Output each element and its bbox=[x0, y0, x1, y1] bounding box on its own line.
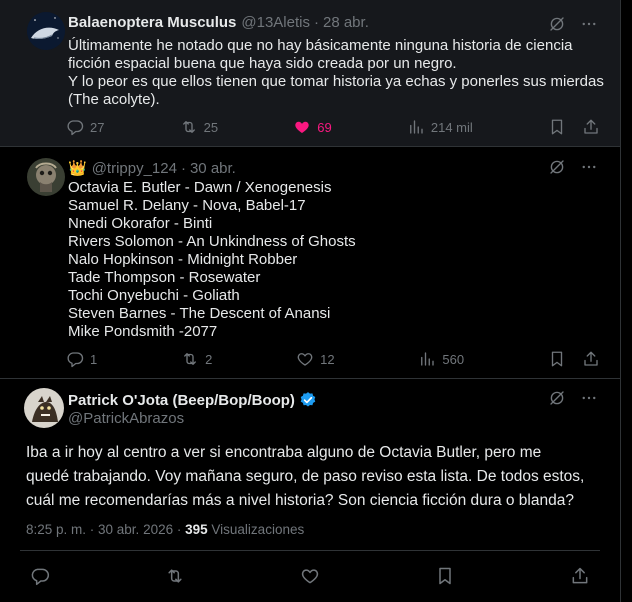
like-count: 12 bbox=[320, 351, 335, 367]
reply-count: 27 bbox=[90, 119, 105, 135]
crown-emoji[interactable]: 👑 bbox=[68, 159, 87, 177]
post-header: Patrick O'Jota (Beep/Bop/Boop) bbox=[68, 391, 317, 409]
post-corner-actions bbox=[548, 158, 598, 176]
author-handle[interactable]: @trippy_124 bbox=[92, 160, 177, 177]
more-icon[interactable] bbox=[580, 158, 598, 176]
repost-count: 25 bbox=[203, 119, 219, 135]
share-icon[interactable] bbox=[582, 350, 600, 368]
reply-icon[interactable] bbox=[30, 566, 50, 586]
action-bar: 1 2 12 560 bbox=[66, 349, 600, 369]
repost-icon bbox=[180, 118, 198, 136]
repost-icon[interactable] bbox=[165, 566, 185, 586]
divider bbox=[20, 550, 600, 551]
views-icon bbox=[418, 350, 436, 368]
more-icon[interactable] bbox=[580, 15, 598, 33]
like-count: 69 bbox=[317, 119, 332, 135]
like-button[interactable]: 12 bbox=[296, 350, 335, 368]
post-date[interactable]: 30 abr. bbox=[190, 160, 236, 177]
repost-button[interactable]: 2 bbox=[181, 350, 212, 368]
post-text: Iba a ir hoy al centro a ver si encontra… bbox=[26, 444, 585, 509]
bookmark-icon[interactable] bbox=[548, 118, 566, 136]
separator: · bbox=[313, 14, 319, 31]
views-label: Visualizaciones bbox=[211, 522, 305, 537]
like-button[interactable]: 69 bbox=[293, 118, 332, 136]
grok-icon[interactable] bbox=[548, 158, 566, 176]
main-action-bar bbox=[30, 566, 590, 590]
grok-icon[interactable] bbox=[548, 389, 566, 407]
like-icon bbox=[293, 118, 311, 136]
post-corner-actions bbox=[548, 15, 598, 33]
verified-icon[interactable] bbox=[299, 391, 317, 409]
avatar[interactable] bbox=[27, 12, 65, 50]
post-text: Últimamente he notado que no hay básicam… bbox=[68, 37, 604, 108]
action-bar: 27 25 69 214 mil bbox=[66, 117, 600, 137]
author-handle[interactable]: @13Aletis bbox=[241, 14, 310, 31]
author-name[interactable]: Patrick O'Jota (Beep/Bop/Boop) bbox=[68, 392, 295, 409]
reply-button[interactable]: 1 bbox=[66, 350, 97, 368]
avatar[interactable] bbox=[27, 158, 65, 196]
share-icon[interactable] bbox=[570, 566, 590, 586]
reply-post-1[interactable]: Balaenoptera Musculus @13Aletis · 28 abr… bbox=[0, 0, 620, 147]
repost-count: 2 bbox=[205, 351, 213, 367]
author-handle[interactable]: @PatrickAbrazos bbox=[68, 410, 184, 427]
more-icon[interactable] bbox=[580, 389, 598, 407]
like-icon[interactable] bbox=[300, 566, 320, 586]
views-count: 214 mil bbox=[430, 119, 473, 135]
author-name[interactable]: Balaenoptera Musculus bbox=[68, 14, 236, 31]
post-metadata: 8:25 p. m. · 30 abr. 2026 · 395 Visualiz… bbox=[26, 522, 304, 537]
post-header: Balaenoptera Musculus @13Aletis · 28 abr… bbox=[68, 14, 369, 31]
avatar[interactable] bbox=[24, 388, 64, 428]
views-count: 560 bbox=[442, 351, 465, 367]
views-count: 395 bbox=[185, 522, 208, 537]
post-text: Octavia E. Butler - Dawn / Xenogenesis S… bbox=[68, 179, 356, 340]
main-post: Patrick O'Jota (Beep/Bop/Boop) @PatrickA… bbox=[0, 378, 620, 602]
bookmark-icon[interactable] bbox=[548, 350, 566, 368]
grok-icon[interactable] bbox=[548, 15, 566, 33]
reply-count: 1 bbox=[90, 351, 98, 367]
author-handle-row: @PatrickAbrazos bbox=[68, 410, 184, 427]
views-button[interactable]: 214 mil bbox=[407, 118, 473, 136]
reply-button[interactable]: 27 bbox=[66, 118, 104, 136]
like-icon bbox=[296, 350, 314, 368]
reply-post-2[interactable]: 👑 @trippy_124 · 30 abr. Octavia E. Butle… bbox=[0, 147, 620, 379]
post-corner-actions bbox=[548, 389, 598, 407]
repost-icon bbox=[181, 350, 199, 368]
views-button[interactable]: 560 bbox=[418, 350, 464, 368]
views-icon bbox=[407, 118, 425, 136]
repost-button[interactable]: 25 bbox=[180, 118, 218, 136]
reply-icon bbox=[66, 350, 84, 368]
post-timestamp[interactable]: 8:25 p. m. · 30 abr. 2026 · bbox=[26, 522, 181, 537]
post-date[interactable]: 28 abr. bbox=[323, 14, 369, 31]
share-icon[interactable] bbox=[582, 118, 600, 136]
separator: · bbox=[180, 159, 186, 177]
bookmark-icon[interactable] bbox=[435, 566, 455, 586]
reply-icon bbox=[66, 118, 84, 136]
post-header: 👑 @trippy_124 · 30 abr. bbox=[68, 159, 236, 178]
conversation-thread: Balaenoptera Musculus @13Aletis · 28 abr… bbox=[0, 0, 621, 602]
